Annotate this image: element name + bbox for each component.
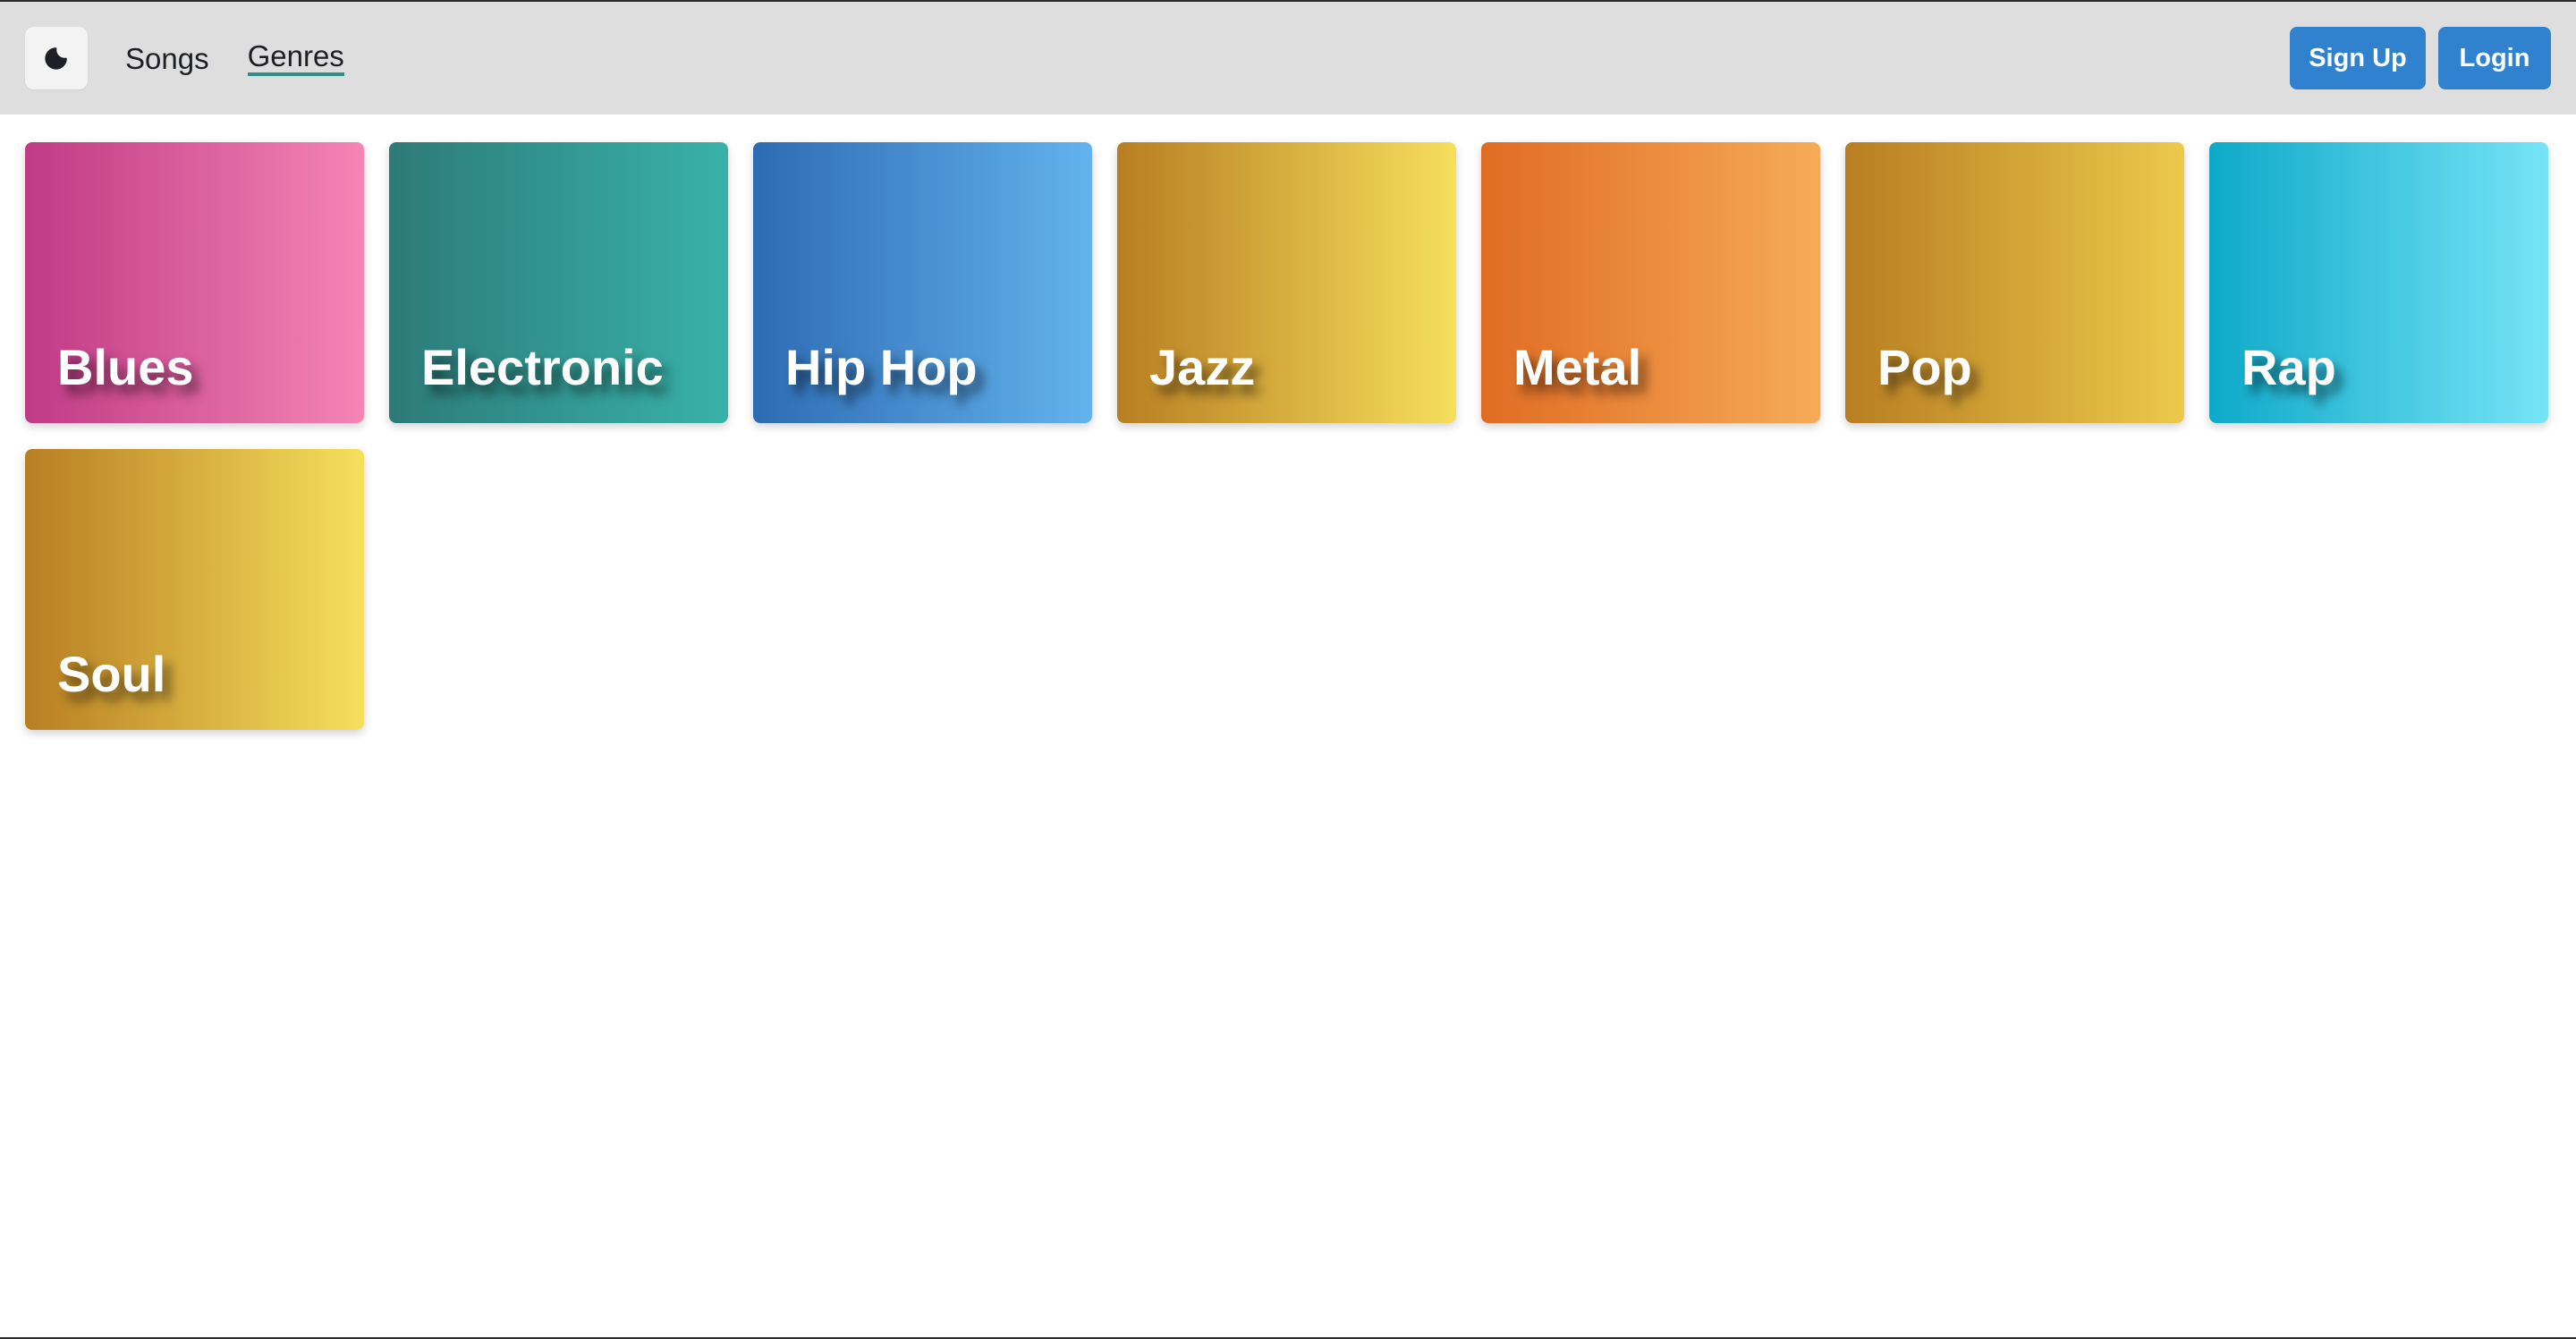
genre-card-label: Pop	[1877, 339, 1972, 395]
genre-card-label: Hip Hop	[785, 339, 978, 395]
genre-card-electronic[interactable]: Electronic	[389, 142, 728, 423]
top-navbar: Songs Genres Sign Up Login	[0, 2, 2576, 114]
genre-card-label: Blues	[57, 339, 194, 395]
genre-card-rap[interactable]: Rap	[2209, 142, 2548, 423]
page: Songs Genres Sign Up Login Blues Electro…	[0, 0, 2576, 1339]
genre-card-label: Rap	[2241, 339, 2336, 395]
genre-card-pop[interactable]: Pop	[1845, 142, 2184, 423]
genre-card-hip-hop[interactable]: Hip Hop	[753, 142, 1092, 423]
genre-card-label: Soul	[57, 646, 166, 702]
sign-up-button[interactable]: Sign Up	[2290, 27, 2426, 89]
genre-card-blues[interactable]: Blues	[25, 142, 364, 423]
genre-card-label: Metal	[1513, 339, 1642, 395]
genre-grid: Blues Electronic Hip Hop Jazz Metal Pop …	[25, 142, 2551, 730]
genre-card-label: Jazz	[1149, 339, 1256, 395]
genre-card-soul[interactable]: Soul	[25, 449, 364, 730]
genre-card-metal[interactable]: Metal	[1481, 142, 1820, 423]
genre-card-label: Electronic	[421, 339, 664, 395]
nav-link-genres[interactable]: Genres	[247, 41, 344, 76]
login-button[interactable]: Login	[2438, 27, 2551, 89]
theme-toggle-button[interactable]	[25, 27, 88, 89]
nav-link-songs[interactable]: Songs	[125, 44, 209, 73]
genre-card-jazz[interactable]: Jazz	[1117, 142, 1456, 423]
moon-icon	[45, 47, 67, 70]
